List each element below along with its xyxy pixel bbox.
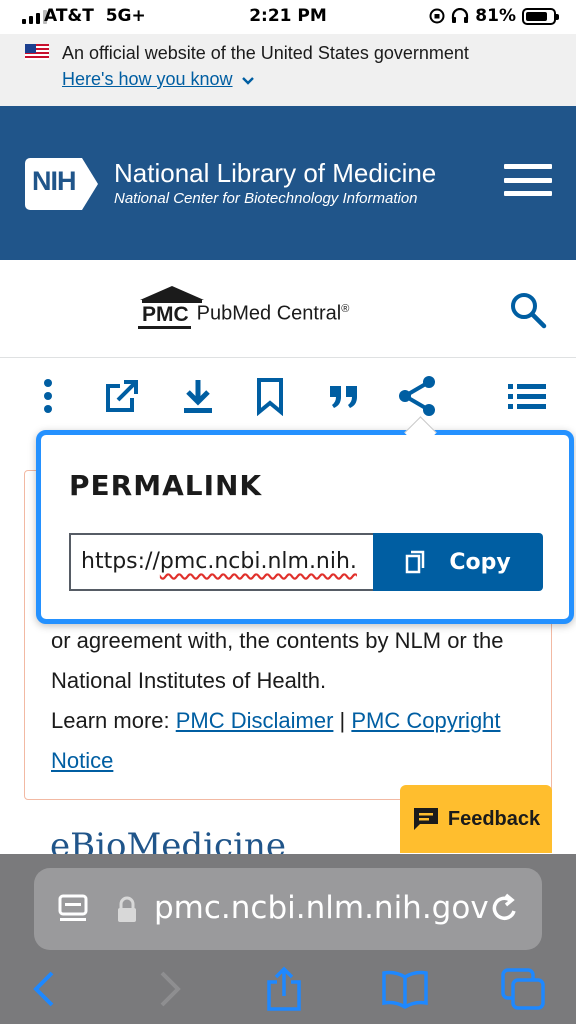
how-you-know-link[interactable]: Here's how you know bbox=[62, 69, 233, 90]
battery-percent: 81% bbox=[475, 6, 516, 26]
permalink-popover: PERMALINK https://pmc.ncbi.nlm.nih. Copy bbox=[36, 430, 574, 624]
status-bar: AT&T 5G+ 2:21 PM 81% bbox=[0, 0, 576, 34]
feedback-label: Feedback bbox=[447, 807, 541, 830]
permalink-title: PERMALINK bbox=[69, 469, 263, 502]
share-icon[interactable] bbox=[394, 374, 440, 418]
url-text: pmc.ncbi.nlm.nih.gov bbox=[154, 890, 489, 926]
pmc-disclaimer-link[interactable]: PMC Disclaimer bbox=[176, 708, 334, 733]
permalink-url-input[interactable]: https://pmc.ncbi.nlm.nih. bbox=[69, 533, 375, 591]
lock-icon bbox=[118, 896, 136, 922]
copy-icon bbox=[406, 550, 425, 574]
battery-icon bbox=[522, 7, 559, 25]
nih-logo-arrow bbox=[81, 158, 98, 210]
tabs-icon[interactable] bbox=[498, 962, 548, 1016]
share-sheet-icon[interactable] bbox=[262, 962, 306, 1016]
copy-label: Copy bbox=[449, 549, 511, 575]
nih-logo-text: NIH bbox=[25, 158, 82, 210]
pmc-roof-icon bbox=[140, 286, 204, 303]
bookmark-icon[interactable] bbox=[248, 374, 292, 418]
screen: AT&T 5G+ 2:21 PM 81% An official website… bbox=[0, 0, 576, 1024]
status-right: 81% bbox=[429, 6, 559, 26]
back-icon[interactable] bbox=[28, 962, 60, 1016]
cite-icon[interactable] bbox=[322, 374, 366, 418]
headphones-icon bbox=[452, 8, 469, 23]
toc-icon[interactable] bbox=[506, 374, 548, 418]
address-bar[interactable]: pmc.ncbi.nlm.nih.gov bbox=[34, 868, 542, 950]
feedback-button[interactable]: Feedback bbox=[400, 785, 552, 853]
hamburger-icon bbox=[504, 164, 552, 169]
bookmarks-icon[interactable] bbox=[380, 962, 430, 1016]
gov-banner: An official website of the United States… bbox=[0, 34, 576, 106]
forward-icon[interactable] bbox=[154, 962, 186, 1016]
reader-mode-icon[interactable] bbox=[58, 894, 88, 926]
article-toolbar bbox=[0, 358, 576, 434]
disclaimer-body: or agreement with, the contents by NLM o… bbox=[51, 628, 504, 693]
search-icon[interactable] bbox=[508, 290, 548, 330]
us-flag-icon bbox=[25, 44, 49, 60]
reload-icon[interactable] bbox=[490, 893, 520, 925]
menu-button[interactable] bbox=[504, 164, 552, 196]
org-subtitle: National Center for Biotechnology Inform… bbox=[114, 190, 418, 207]
download-icon[interactable] bbox=[176, 374, 220, 418]
nih-header: NIH National Library of Medicine Nationa… bbox=[0, 106, 576, 260]
gov-banner-text: An official website of the United States… bbox=[62, 43, 469, 63]
pmc-bar: PMC PubMed Central® bbox=[0, 260, 576, 358]
learn-more-label: Learn more: bbox=[51, 708, 176, 733]
chevron-down-icon[interactable] bbox=[241, 76, 255, 86]
pmc-logo[interactable]: PMC PubMed Central® bbox=[138, 284, 349, 329]
open-external-icon[interactable] bbox=[100, 374, 144, 418]
lock-rotation-icon bbox=[429, 8, 445, 24]
nih-logo[interactable]: NIH bbox=[25, 158, 98, 210]
disclaimer-text: or agreement with, the contents by NLM o… bbox=[51, 628, 504, 773]
copy-button[interactable]: Copy bbox=[373, 533, 543, 591]
feedback-icon bbox=[413, 808, 438, 830]
more-vert-icon[interactable] bbox=[36, 374, 60, 418]
pmc-name: PubMed Central® bbox=[196, 303, 350, 325]
safari-toolbar: pmc.ncbi.nlm.nih.gov bbox=[0, 854, 576, 1024]
org-name[interactable]: National Library of Medicine bbox=[114, 158, 436, 189]
